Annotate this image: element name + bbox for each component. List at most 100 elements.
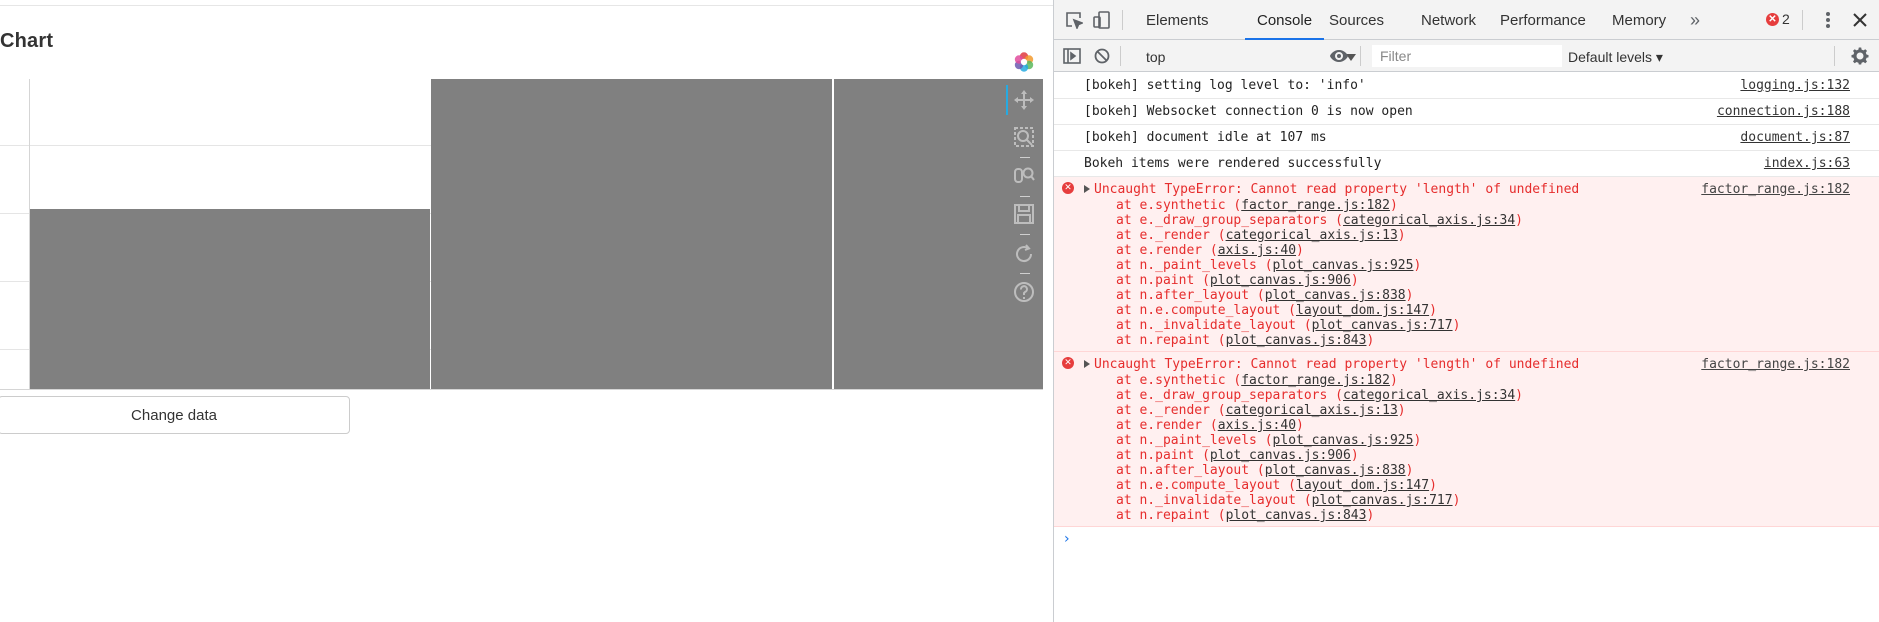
frame-file-link[interactable]: plot_canvas.js:906: [1210, 448, 1351, 463]
frame-file-link[interactable]: layout_dom.js:147: [1296, 303, 1429, 318]
inspect-element-icon[interactable]: [1064, 10, 1084, 30]
frame-function: at e._render (: [1116, 228, 1226, 243]
stack-frame: at n.paint (plot_canvas.js:906): [1084, 273, 1840, 288]
tab-memory[interactable]: Memory: [1600, 0, 1678, 39]
frame-file-link[interactable]: axis.js:40: [1218, 418, 1296, 433]
frame-file-link[interactable]: factor_range.js:182: [1241, 373, 1390, 388]
frame-function: at e.synthetic (: [1116, 373, 1242, 388]
frame-function: at e.synthetic (: [1116, 198, 1242, 213]
frame-function: at e._draw_group_separators (: [1116, 213, 1343, 228]
frame-function: at n.after_layout (: [1116, 463, 1265, 478]
frame-paren: ): [1350, 448, 1359, 463]
help-icon[interactable]: [1010, 278, 1038, 306]
bokeh-plot[interactable]: [0, 79, 1043, 390]
source-link[interactable]: factor_range.js:182: [1701, 356, 1850, 373]
console-output[interactable]: [bokeh] setting log level to: 'info' logg…: [1054, 73, 1879, 622]
frame-file-link[interactable]: layout_dom.js:147: [1296, 478, 1429, 493]
kebab-menu-icon[interactable]: [1818, 10, 1838, 30]
frame-paren: ): [1397, 228, 1406, 243]
frame-file-link[interactable]: plot_canvas.js:906: [1210, 273, 1351, 288]
frame-file-link[interactable]: plot_canvas.js:925: [1273, 433, 1414, 448]
frame-paren: ): [1296, 418, 1304, 433]
console-log-row: [bokeh] setting log level to: 'info' logg…: [1054, 73, 1879, 99]
console-toolbar: top Default levels ▾: [1054, 40, 1879, 72]
y-axis-line: [29, 79, 30, 390]
expand-triangle-icon[interactable]: [1084, 360, 1090, 368]
show-sidebar-icon[interactable]: [1062, 46, 1082, 66]
frame-paren: ): [1413, 433, 1422, 448]
console-settings-gear-icon[interactable]: [1850, 46, 1870, 66]
console-messages: [bokeh] setting log level to: 'info' logg…: [1054, 73, 1879, 527]
tab-performance[interactable]: Performance: [1488, 0, 1598, 39]
frame-file-link[interactable]: factor_range.js:182: [1241, 198, 1390, 213]
frame-function: at e.render (: [1116, 243, 1218, 258]
frame-paren: ): [1389, 198, 1398, 213]
frame-file-link[interactable]: categorical_axis.js:34: [1343, 213, 1515, 228]
toolbar-divider: [1360, 46, 1361, 66]
error-icon: ✕: [1062, 182, 1074, 194]
box-zoom-icon[interactable]: [1010, 123, 1038, 151]
tab-network[interactable]: Network: [1409, 0, 1488, 39]
frame-paren: ): [1366, 508, 1375, 523]
clear-console-icon[interactable]: [1092, 46, 1112, 66]
frame-paren: ): [1452, 318, 1461, 333]
page-top-border: [0, 5, 1053, 6]
tab-elements[interactable]: Elements: [1134, 0, 1221, 39]
device-toolbar-icon[interactable]: [1092, 10, 1112, 30]
source-link[interactable]: factor_range.js:182: [1701, 181, 1850, 198]
stack-frame: at n.repaint (plot_canvas.js:843): [1084, 333, 1840, 348]
live-expression-eye-icon[interactable]: [1329, 46, 1349, 66]
frame-file-link[interactable]: plot_canvas.js:717: [1312, 493, 1453, 508]
frame-function: at n._invalidate_layout (: [1116, 318, 1312, 333]
frame-file-link[interactable]: categorical_axis.js:34: [1343, 388, 1515, 403]
frame-file-link[interactable]: plot_canvas.js:717: [1312, 318, 1453, 333]
frame-file-link[interactable]: axis.js:40: [1218, 243, 1296, 258]
error-counter[interactable]: ✕ 2: [1766, 11, 1790, 27]
bokeh-logo-icon[interactable]: [1010, 48, 1038, 76]
frame-paren: ): [1452, 493, 1461, 508]
frame-file-link[interactable]: plot_canvas.js:843: [1226, 333, 1367, 348]
frame-paren: ): [1366, 333, 1375, 348]
log-levels-dropdown[interactable]: Default levels ▾: [1568, 46, 1663, 68]
frame-function: at n._paint_levels (: [1116, 258, 1273, 273]
bar-b: [431, 79, 832, 389]
change-data-button[interactable]: Change data: [0, 396, 350, 434]
frame-function: at n.repaint (: [1116, 508, 1226, 523]
frame-file-link[interactable]: plot_canvas.js:838: [1265, 463, 1406, 478]
frame-file-link[interactable]: plot_canvas.js:925: [1273, 258, 1414, 273]
toolbar-separator: [1020, 273, 1030, 274]
toolbar-divider: [1120, 46, 1121, 66]
wheel-zoom-icon[interactable]: [1010, 162, 1038, 190]
frame-paren: ): [1296, 243, 1304, 258]
frame-function: at n._invalidate_layout (: [1116, 493, 1312, 508]
toolbar-separator: [1020, 234, 1030, 235]
reset-icon[interactable]: [1010, 240, 1038, 268]
stack-frame: at e.synthetic (factor_range.js:182): [1084, 198, 1840, 213]
tab-console[interactable]: Console: [1245, 0, 1325, 40]
toolbar-divider: [1122, 10, 1123, 30]
close-devtools-icon[interactable]: [1850, 10, 1870, 30]
save-icon[interactable]: [1010, 200, 1038, 228]
error-icon: ✕: [1062, 357, 1074, 369]
pan-icon[interactable]: [1010, 86, 1038, 114]
frame-file-link[interactable]: categorical_axis.js:13: [1226, 228, 1398, 243]
frame-file-link[interactable]: plot_canvas.js:838: [1265, 288, 1406, 303]
source-link[interactable]: document.js:87: [1740, 129, 1850, 146]
stack-frame: at n._invalidate_layout (plot_canvas.js:…: [1084, 318, 1840, 333]
source-link[interactable]: connection.js:188: [1717, 103, 1850, 120]
tab-sources[interactable]: Sources: [1317, 0, 1396, 39]
console-prompt[interactable]: ›: [1054, 527, 1879, 547]
source-link[interactable]: index.js:63: [1764, 155, 1850, 172]
stack-frame: at e._render (categorical_axis.js:13): [1084, 403, 1840, 418]
prompt-chevron-icon: ›: [1064, 531, 1070, 547]
source-link[interactable]: logging.js:132: [1740, 77, 1850, 94]
frame-function: at n._paint_levels (: [1116, 433, 1273, 448]
console-filter-input[interactable]: [1372, 45, 1562, 67]
devtools-panel: Elements Console Sources Network Performance…: [1053, 0, 1879, 622]
frame-file-link[interactable]: categorical_axis.js:13: [1226, 403, 1398, 418]
stack-frame: at n.paint (plot_canvas.js:906): [1084, 448, 1840, 463]
frame-file-link[interactable]: plot_canvas.js:843: [1226, 508, 1367, 523]
devtools-tabbar: Elements Console Sources Network Performance…: [1054, 0, 1879, 40]
more-tabs-icon[interactable]: »: [1685, 10, 1705, 30]
expand-triangle-icon[interactable]: [1084, 185, 1090, 193]
